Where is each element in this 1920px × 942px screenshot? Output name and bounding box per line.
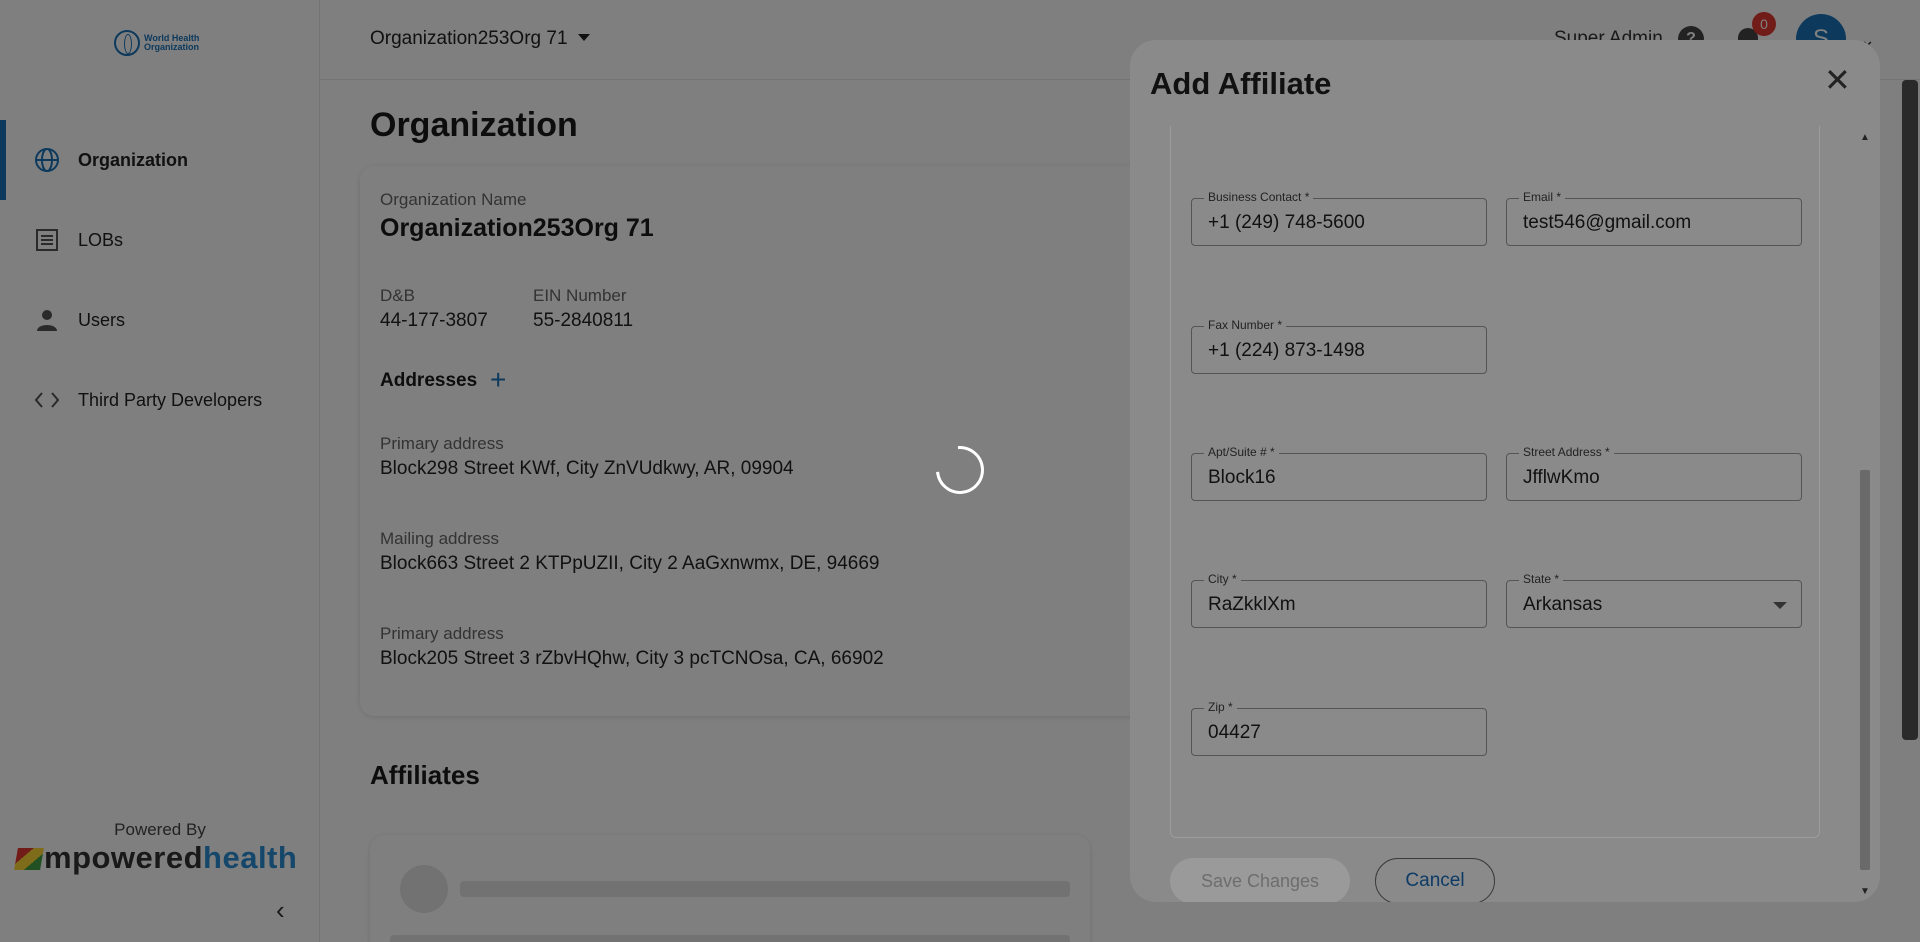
field-label: Business Contact * <box>1204 190 1314 204</box>
apt-suite-field[interactable]: Apt/Suite # * Block16 <box>1191 445 1487 501</box>
cancel-button[interactable]: Cancel <box>1375 858 1495 902</box>
field-value: JfflwKmo <box>1523 467 1600 488</box>
field-value: +1 (249) 748-5600 <box>1208 212 1365 233</box>
email-field[interactable]: Email * test546@gmail.com <box>1506 190 1802 246</box>
street-address-field[interactable]: Street Address * JfflwKmo <box>1506 445 1802 501</box>
zip-field[interactable]: Zip * 04427 <box>1191 700 1487 756</box>
field-label: Zip * <box>1204 700 1237 714</box>
business-contact-field[interactable]: Business Contact * +1 (249) 748-5600 <box>1191 190 1487 246</box>
field-label: Apt/Suite # * <box>1204 445 1279 459</box>
field-value: RaZkklXm <box>1208 594 1296 615</box>
affiliate-form: Business Contact * +1 (249) 748-5600 Ema… <box>1170 126 1820 838</box>
city-field[interactable]: City * RaZkklXm <box>1191 572 1487 628</box>
field-label: Fax Number * <box>1204 318 1287 332</box>
add-affiliate-modal: Add Affiliate ✕ Business Contact * +1 (2… <box>1130 40 1880 902</box>
field-value: Arkansas <box>1523 594 1603 615</box>
field-value: +1 (224) 873-1498 <box>1208 340 1365 361</box>
field-label: State * <box>1519 572 1564 586</box>
modal-title: Add Affiliate <box>1150 66 1332 101</box>
state-select[interactable]: State * Arkansas <box>1506 572 1802 628</box>
caret-down-icon <box>1773 602 1787 609</box>
field-label: City * <box>1204 572 1241 586</box>
scroll-down-icon[interactable]: ▼ <box>1860 886 1870 897</box>
field-label: Street Address * <box>1519 445 1614 459</box>
fax-number-field[interactable]: Fax Number * +1 (224) 873-1498 <box>1191 318 1487 374</box>
field-value: test546@gmail.com <box>1523 212 1692 233</box>
field-value: Block16 <box>1208 467 1276 488</box>
scroll-up-icon[interactable]: ▲ <box>1860 132 1870 143</box>
field-label: Email * <box>1519 190 1566 204</box>
save-changes-button[interactable]: Save Changes <box>1170 858 1350 902</box>
modal-scrollbar-thumb[interactable] <box>1860 470 1870 870</box>
close-icon[interactable]: ✕ <box>1824 64 1851 96</box>
field-value: 04427 <box>1208 722 1261 743</box>
